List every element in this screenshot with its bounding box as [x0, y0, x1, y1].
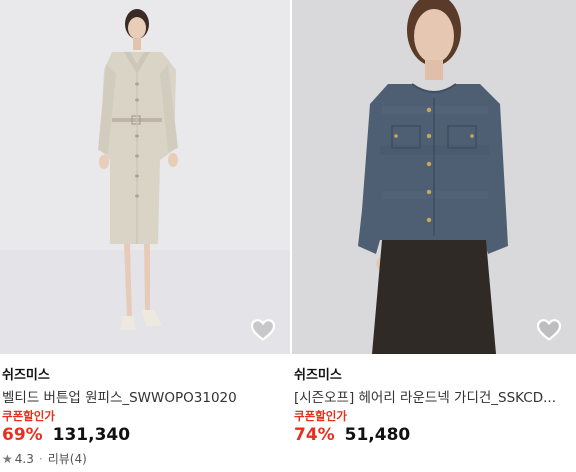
discount-rate: 74%	[294, 425, 335, 445]
coupon-label: 쿠폰할인가	[2, 409, 55, 423]
sale-price: 131,340	[52, 425, 131, 445]
rating-value: 4.3	[14, 451, 34, 466]
rating-row: ★ 4.3 · 리뷰(4)	[2, 450, 87, 467]
separator-dot: ·	[38, 451, 43, 466]
sale-price: 51,480	[344, 425, 411, 445]
star-icon: ★	[2, 451, 13, 466]
price-row: 74% 51,480	[294, 425, 410, 445]
heart-outline-icon	[536, 319, 562, 341]
product-image[interactable]	[0, 0, 290, 354]
cardigan-photo	[292, 0, 576, 354]
wishlist-button[interactable]	[536, 318, 562, 342]
product-image[interactable]	[292, 0, 576, 354]
review-count[interactable]: 리뷰(4)	[48, 450, 87, 467]
dress-photo	[0, 0, 290, 354]
product-title[interactable]: 벨티드 버튼업 원피스_SWWOPO31020	[2, 386, 286, 406]
heart-outline-icon	[250, 319, 276, 341]
wishlist-button[interactable]	[250, 318, 276, 342]
product-card[interactable]: 쉬즈미스 [시즌오프] 헤어리 라운드넥 가디건_SSKCD... 쿠폰할인가 …	[292, 0, 576, 472]
product-card[interactable]: 쉬즈미스 벨티드 버튼업 원피스_SWWOPO31020 쿠폰할인가 69% 1…	[0, 0, 290, 472]
product-title[interactable]: [시즌오프] 헤어리 라운드넥 가디건_SSKCD...	[294, 386, 570, 406]
brand-name[interactable]: 쉬즈미스	[294, 364, 342, 383]
product-grid: 쉬즈미스 벨티드 버튼업 원피스_SWWOPO31020 쿠폰할인가 69% 1…	[0, 0, 576, 472]
coupon-label: 쿠폰할인가	[294, 409, 347, 423]
price-row: 69% 131,340	[2, 425, 130, 445]
brand-name[interactable]: 쉬즈미스	[2, 364, 50, 383]
discount-rate: 69%	[2, 425, 43, 445]
